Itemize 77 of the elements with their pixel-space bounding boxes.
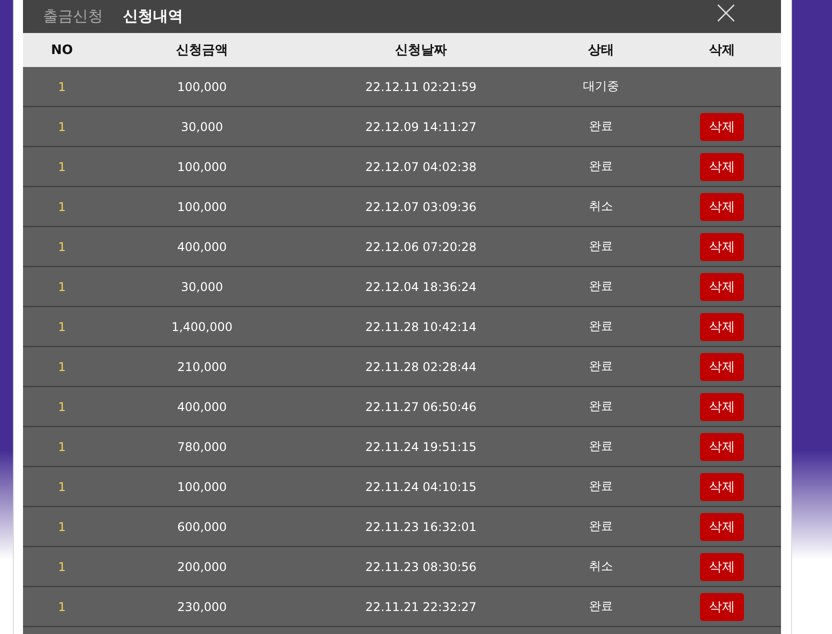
table-cell-text: 30,000	[180, 280, 224, 294]
table-cell-text: 100,000	[176, 200, 228, 214]
table-cell-text: 100,000	[176, 80, 228, 94]
table-cell-text: 400,000	[176, 400, 228, 414]
table-cell-text: 1	[57, 120, 67, 134]
close-icon[interactable]	[717, 4, 735, 22]
table-cell-text: 취소	[588, 558, 614, 575]
table-cell-text: 22.12.06 07:20:28	[364, 240, 478, 254]
table-cell-text: 완료	[588, 358, 614, 375]
column-header: 상태	[587, 42, 615, 59]
table-cell-text: 1	[57, 400, 67, 414]
table-cell-text: 400,000	[176, 240, 228, 254]
table-cell-text: 22.12.07 03:09:36	[364, 200, 478, 214]
table-cell-text: 1	[57, 160, 67, 174]
delete-button[interactable]: 삭제	[700, 592, 744, 620]
table-cell-text: 22.12.11 02:21:59	[364, 80, 478, 94]
delete-button[interactable]: 삭제	[700, 232, 744, 260]
table-cell-text: 1	[57, 320, 67, 334]
delete-button[interactable]: 삭제	[700, 512, 744, 540]
table-cell-text: 취소	[588, 198, 614, 215]
table-cell-text: 1	[57, 480, 67, 494]
table-cell-text: 22.11.21 22:32:27	[364, 600, 478, 614]
delete-button[interactable]: 삭제	[700, 112, 744, 140]
delete-button[interactable]: 삭제	[700, 552, 744, 580]
table-cell-text: 600,000	[176, 520, 228, 534]
table-cell-text: 완료	[588, 158, 614, 175]
table-cell-text: 22.11.28 10:42:14	[364, 320, 478, 334]
table-cell-text: 완료	[588, 518, 614, 535]
tab[interactable]: 출금신청	[33, 7, 113, 26]
table-cell-text: 1,400,000	[170, 320, 234, 334]
table-cell-text: 1	[57, 600, 67, 614]
table-cell-text: 완료	[588, 478, 614, 495]
delete-button[interactable]: 삭제	[700, 472, 744, 500]
table-cell-text: 1	[57, 360, 67, 374]
column-header: 신청날짜	[394, 42, 448, 59]
table-cell-text: 1	[57, 440, 67, 454]
table-cell-text: 완료	[588, 118, 614, 135]
delete-button[interactable]: 삭제	[700, 272, 744, 300]
table-cell-text: 1	[57, 280, 67, 294]
delete-button[interactable]: 삭제	[700, 192, 744, 220]
table-cell-text: 22.12.04 18:36:24	[364, 280, 478, 294]
table-cell-text: 1	[57, 520, 67, 534]
table-cell-text: 210,000	[176, 360, 228, 374]
table-cell-text: 100,000	[176, 480, 228, 494]
table-cell-text: 1	[57, 240, 67, 254]
table-cell-text: 완료	[588, 238, 614, 255]
table-cell-text: 22.11.23 08:30:56	[364, 560, 478, 574]
tab[interactable]: 신청내역	[113, 7, 193, 26]
table-cell-text: 완료	[588, 438, 614, 455]
table-cell-text: 22.12.07 04:02:38	[364, 160, 478, 174]
table-cell-text: 22.12.09 14:11:27	[364, 120, 478, 134]
table-cell-text: 완료	[588, 318, 614, 335]
table-cell-text: 22.11.28 02:28:44	[364, 360, 478, 374]
table-cell-text: 100,000	[176, 160, 228, 174]
table-cell-text: 22.11.23 16:32:01	[364, 520, 478, 534]
table-cell-text: 대기중	[582, 78, 620, 95]
table-cell-text: 1	[57, 200, 67, 214]
table-cell-text: 230,000	[176, 600, 228, 614]
table-cell-text: 1	[57, 560, 67, 574]
table-cell-text: 30,000	[180, 120, 224, 134]
delete-button[interactable]: 삭제	[700, 432, 744, 460]
delete-button[interactable]: 삭제	[700, 312, 744, 340]
delete-button[interactable]: 삭제	[700, 392, 744, 420]
table-cell-text: 22.11.24 19:51:15	[364, 440, 478, 454]
table-cell-text: 완료	[588, 598, 614, 615]
table-cell-text: 완료	[588, 398, 614, 415]
delete-button[interactable]: 삭제	[700, 352, 744, 380]
delete-button[interactable]: 삭제	[700, 152, 744, 180]
table-cell-text: 200,000	[176, 560, 228, 574]
column-header: 신청금액	[175, 42, 229, 59]
table-cell-text: 780,000	[176, 440, 228, 454]
table-cell-text: 22.11.27 06:50:46	[364, 400, 478, 414]
table-cell-text: 22.11.24 04:10:15	[364, 480, 478, 494]
column-header: NO	[50, 42, 74, 58]
column-header: 삭제	[708, 42, 736, 59]
table-cell-text: 완료	[588, 278, 614, 295]
table-cell-text: 1	[57, 80, 67, 94]
